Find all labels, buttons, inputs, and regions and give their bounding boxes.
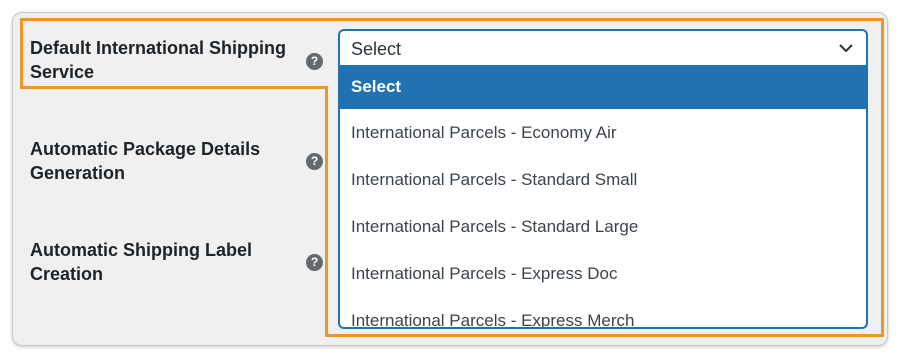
shipping-service-dropdown: Select International Parcels - Economy A… <box>338 65 868 329</box>
question-circle-icon[interactable]: ? <box>306 53 323 70</box>
label-automatic-package-details-generation: Automatic Package Details Generation <box>30 139 261 183</box>
option-standard-small[interactable]: International Parcels - Standard Small <box>340 156 866 203</box>
shipping-service-select[interactable]: Select <box>338 29 868 67</box>
select-current-value: Select <box>351 39 402 59</box>
option-express-doc[interactable]: International Parcels - Express Doc <box>340 250 866 297</box>
option-select[interactable]: Select <box>340 65 866 109</box>
option-economy-air[interactable]: International Parcels - Economy Air <box>340 109 866 156</box>
label-automatic-shipping-label-creation: Automatic Shipping Label Creation <box>30 240 253 284</box>
chevron-down-icon <box>839 44 853 53</box>
option-standard-large[interactable]: International Parcels - Standard Large <box>340 203 866 250</box>
option-express-merch[interactable]: International Parcels - Express Merch <box>340 297 866 327</box>
question-circle-icon[interactable]: ? <box>306 153 323 170</box>
label-default-international-shipping-service: Default International Shipping Service <box>30 38 286 82</box>
question-circle-icon[interactable]: ? <box>306 254 323 271</box>
